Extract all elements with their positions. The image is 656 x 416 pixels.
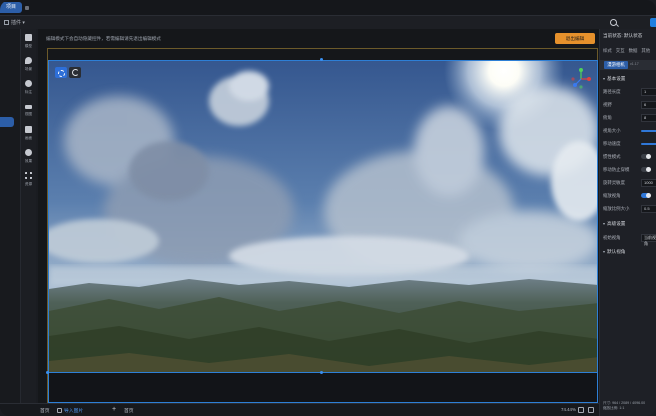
- row-zoom-view: 缩放视角: [603, 192, 656, 201]
- component-name[interactable]: 漫游相机: [604, 61, 628, 69]
- toolbar: 插件 ▾: [0, 16, 656, 29]
- tool-resource[interactable]: 资源: [21, 171, 36, 191]
- tab-data[interactable]: 数据: [629, 48, 638, 53]
- exit-edit-button[interactable]: 退出编辑: [555, 33, 595, 44]
- fullscreen-icon[interactable]: [588, 407, 594, 413]
- tool-view[interactable]: 视图: [21, 102, 36, 122]
- scene-viewport[interactable]: [48, 60, 598, 373]
- app-window: 项目 插件 ▾ 模型 场景 标注 视图 画面 效果 资源 编辑模式下会自动隐藏控…: [0, 0, 656, 416]
- row-initial-view: 初始视角 当前视角: [603, 234, 656, 246]
- tab-interaction[interactable]: 交互: [616, 48, 625, 53]
- row-inertia: 惯性模式: [603, 153, 656, 162]
- row-fov: 视野 6: [603, 101, 656, 110]
- sky-mountain-scene: [49, 61, 597, 372]
- fov-input[interactable]: 6: [641, 101, 656, 109]
- tool-sidebar: 模型 场景 标注 视图 画面 效果 资源: [21, 29, 36, 416]
- search-icon[interactable]: [610, 19, 617, 26]
- move-tool-button[interactable]: [55, 67, 67, 78]
- zoom-scale-input[interactable]: 0.5: [641, 205, 656, 213]
- section-advanced[interactable]: 高级设置: [603, 221, 625, 227]
- zoom-level[interactable]: 74.44%: [561, 407, 576, 412]
- row-path-length: 路径长度 1: [603, 88, 656, 97]
- tab-close-icon[interactable]: [25, 6, 29, 10]
- component-version: v1.17: [630, 62, 639, 66]
- layer-import-image[interactable]: 导入图片: [64, 407, 83, 414]
- resize-handle-top[interactable]: [320, 58, 323, 61]
- section-default-view[interactable]: 默认视角: [603, 249, 625, 255]
- settings-icon: [25, 149, 32, 156]
- plugin-icon: [4, 20, 9, 25]
- row-pitch: 俯角 8: [603, 114, 656, 123]
- view-size-slider[interactable]: [641, 130, 656, 132]
- title-bar: 项目: [0, 0, 656, 16]
- properties-panel: 当前状态: 默认状态 样式交互数据其他 漫游相机 v1.17 基本设置 路径长度…: [599, 29, 656, 416]
- file-icon: [25, 34, 32, 41]
- row-view-size: 视角大小: [603, 127, 656, 136]
- anti-clip-toggle[interactable]: [641, 167, 651, 172]
- pin-icon: [25, 80, 32, 87]
- tab-project[interactable]: 项目: [0, 2, 22, 13]
- tool-model[interactable]: 模型: [21, 33, 36, 53]
- publish-button[interactable]: [650, 18, 656, 27]
- tab-other[interactable]: 其他: [641, 48, 650, 53]
- inertia-toggle[interactable]: [641, 154, 651, 159]
- resize-handle-middle[interactable]: [320, 371, 323, 374]
- left-rail: [0, 29, 21, 416]
- tool-marker[interactable]: 标注: [21, 79, 36, 99]
- row-move-speed: 移动速度: [603, 140, 656, 149]
- edit-mode-hint: 编辑模式下会自动隐藏控件，若需编辑请先退出编辑模式: [46, 36, 161, 41]
- canvas-size-info: 尺寸: 964 / 2089 / 4096.00 缩放比例: 1:1: [603, 401, 646, 410]
- pitch-input[interactable]: 8: [641, 114, 656, 122]
- rail-selected-item[interactable]: [0, 117, 14, 127]
- add-page-icon[interactable]: +: [112, 406, 116, 413]
- initial-view-select[interactable]: 当前视角: [641, 234, 656, 246]
- page-tab-home-2[interactable]: 首页: [124, 407, 134, 414]
- editor-stage: 编辑模式下会自动隐藏控件，若需编辑请先退出编辑模式 退出编辑: [38, 29, 599, 416]
- plugin-menu[interactable]: 插件 ▾: [4, 19, 25, 26]
- canvas-lower-area: [48, 373, 598, 403]
- path-length-input[interactable]: 1: [641, 88, 656, 96]
- fit-screen-icon[interactable]: [578, 407, 584, 413]
- plugin-menu-label: 插件: [11, 20, 22, 26]
- move-speed-slider[interactable]: [641, 143, 656, 145]
- tool-effect[interactable]: 效果: [21, 148, 36, 168]
- row-zoom-scale: 缩放比例大小 0.5: [603, 205, 656, 214]
- axis-gizmo-icon[interactable]: [570, 68, 592, 90]
- layer-icon: [57, 408, 62, 413]
- tab-style[interactable]: 样式: [603, 48, 612, 53]
- rotate-sensitivity-input[interactable]: 1000: [641, 179, 656, 187]
- page-tab-home[interactable]: 首页: [40, 407, 50, 414]
- row-anti-clip: 移动防止穿模: [603, 166, 656, 175]
- eye-icon: [25, 105, 32, 109]
- current-state[interactable]: 当前状态: 默认状态: [603, 33, 642, 39]
- image-icon: [25, 126, 32, 133]
- resize-handle-left[interactable]: [46, 371, 49, 374]
- section-basic[interactable]: 基本设置: [603, 76, 625, 82]
- component-header: 漫游相机 v1.17: [600, 60, 656, 70]
- location-pin-icon: [25, 57, 32, 64]
- zoom-view-toggle[interactable]: [641, 193, 651, 198]
- row-rotate-sensitivity: 旋转灵敏度 1000: [603, 179, 656, 188]
- tool-scene[interactable]: 场景: [21, 56, 36, 76]
- grid-icon: [25, 172, 32, 179]
- panel-tabs: 样式 交互 数据 其他: [603, 48, 654, 54]
- tool-image[interactable]: 画面: [21, 125, 36, 145]
- reset-rotation-button[interactable]: [69, 67, 81, 78]
- status-bar: 首页 导入图片 + 首页 74.44%: [0, 403, 599, 416]
